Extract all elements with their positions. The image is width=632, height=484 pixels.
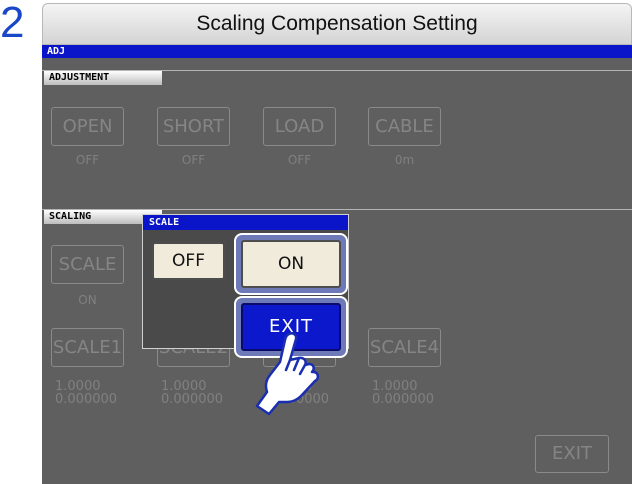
instrument-screen: ADJ ADJUSTMENT OPEN SHORT LOAD CABLE OFF… bbox=[42, 45, 632, 484]
pointing-hand-icon bbox=[255, 332, 320, 416]
cable-state: 0m bbox=[394, 153, 415, 167]
short-state: OFF bbox=[181, 153, 206, 167]
step-number: 2 bbox=[0, 0, 25, 47]
off-button[interactable]: OFF bbox=[152, 242, 225, 280]
cable-button[interactable]: CABLE bbox=[368, 107, 441, 146]
screen-header: ADJ bbox=[42, 45, 632, 58]
scale2-values: 1.0000 0.000000 bbox=[161, 380, 223, 406]
scale4-button[interactable]: SCALE4 bbox=[368, 328, 441, 367]
on-button-highlight: ON bbox=[234, 233, 348, 295]
scale1-button[interactable]: SCALE1 bbox=[51, 328, 124, 367]
adjustment-label: ADJUSTMENT bbox=[44, 71, 162, 85]
screen-exit-button[interactable]: EXIT bbox=[535, 435, 609, 473]
scale4-value-b: 0.000000 bbox=[372, 392, 435, 407]
load-state: OFF bbox=[287, 153, 312, 167]
scale-button[interactable]: SCALE bbox=[51, 245, 124, 284]
scale1-values: 1.0000 0.000000 bbox=[55, 380, 117, 406]
on-button[interactable]: ON bbox=[241, 240, 341, 288]
scale4-values: 1.0000 0.000000 bbox=[372, 380, 434, 406]
scale2-value-b: 0.000000 bbox=[161, 392, 224, 407]
page-title: Scaling Compensation Setting bbox=[42, 3, 632, 45]
scale-state: ON bbox=[78, 293, 97, 307]
dialog-title: SCALE bbox=[143, 215, 348, 230]
short-button[interactable]: SHORT bbox=[157, 107, 230, 146]
load-button[interactable]: LOAD bbox=[263, 107, 336, 146]
open-button[interactable]: OPEN bbox=[51, 107, 124, 146]
open-state: OFF bbox=[75, 153, 100, 167]
scale1-value-b: 0.000000 bbox=[55, 392, 118, 407]
